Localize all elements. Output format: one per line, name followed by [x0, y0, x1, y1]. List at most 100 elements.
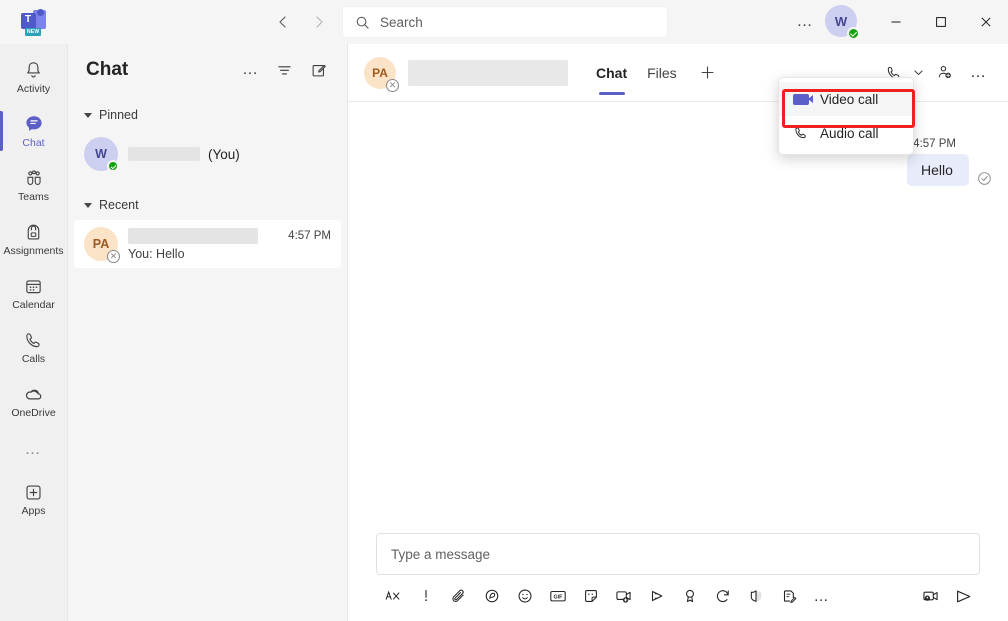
sidebar-item-assignments[interactable]: Assignments: [0, 212, 68, 266]
sidebar-item-calendar[interactable]: Calendar: [0, 266, 68, 320]
emoji-icon: [518, 589, 531, 603]
compose-more-button[interactable]: …: [805, 581, 838, 611]
praise-button[interactable]: [673, 581, 706, 611]
app-body: Activity Chat Teams Assignments Calendar…: [0, 44, 1008, 621]
meet-now-button[interactable]: [607, 581, 640, 611]
close-button[interactable]: [963, 0, 1008, 44]
sidebar-label-apps: Apps: [21, 505, 46, 517]
emoji-button[interactable]: [508, 581, 541, 611]
sidebar-item-calls[interactable]: Calls: [0, 320, 68, 374]
loop-icon: [485, 589, 498, 603]
important-icon: [424, 590, 427, 601]
new-chat-icon: [312, 64, 326, 76]
chat-list-more-button[interactable]: …: [235, 55, 265, 85]
gif-icon: GIF: [549, 590, 566, 602]
presence-available-icon: [847, 27, 860, 40]
forms-button[interactable]: [772, 581, 805, 611]
loop-refresh-button[interactable]: [706, 581, 739, 611]
add-people-button[interactable]: [928, 57, 960, 89]
presence-offline-icon: ✕: [386, 78, 399, 92]
group-header-recent[interactable]: Recent: [68, 192, 347, 218]
minimize-button[interactable]: [873, 0, 918, 44]
sidebar-item-teams[interactable]: Teams: [0, 158, 68, 212]
list-item-suffix: (You): [208, 146, 240, 162]
redacted-conversation-name: [408, 59, 568, 86]
settings-more-button[interactable]: …: [789, 6, 821, 38]
user-avatar[interactable]: W: [825, 5, 860, 40]
important-button[interactable]: [409, 581, 442, 611]
message-list[interactable]: 4:57 PM Hello: [348, 102, 1008, 533]
chat-list-filter-button[interactable]: [269, 55, 299, 85]
send-later-icon: [651, 590, 662, 602]
menu-item-label: Video call: [820, 91, 879, 107]
sidebar-more-button[interactable]: …: [0, 428, 68, 472]
group-header-pinned[interactable]: Pinned: [68, 102, 347, 128]
conversation-tabs: Chat Files: [586, 44, 723, 101]
sidebar-item-chat[interactable]: Chat: [0, 104, 68, 158]
calendar-icon: [23, 275, 44, 297]
tab-chat[interactable]: Chat: [586, 44, 637, 101]
message-bubble[interactable]: Hello: [907, 154, 969, 186]
filter-icon: [277, 65, 291, 74]
call-options-menu[interactable]: Video call Audio call: [778, 77, 914, 155]
titlebar-right: … W: [789, 0, 1008, 44]
sidebar-label-calls: Calls: [21, 353, 46, 365]
menu-item-audio-call[interactable]: Audio call: [779, 116, 913, 150]
list-item-timestamp: 4:57 PM: [288, 229, 331, 242]
message-input[interactable]: Type a message: [391, 547, 490, 562]
menu-item-label: Audio call: [820, 125, 879, 141]
send-icon: [957, 590, 971, 602]
sticker-icon: [584, 590, 597, 602]
attach-button[interactable]: [442, 581, 475, 611]
avatar: PA ✕: [84, 227, 120, 263]
sidebar-item-onedrive[interactable]: OneDrive: [0, 374, 68, 428]
list-item[interactable]: W (You): [74, 130, 341, 178]
message-delivered-icon: [977, 171, 992, 186]
backpack-icon: [23, 221, 44, 243]
format-icon: [385, 590, 399, 600]
chat-list-scroll[interactable]: Pinned W (You) Recent PA ✕ 4:57 PM You: …: [68, 96, 347, 621]
add-person-icon: [938, 65, 951, 79]
send-button[interactable]: [947, 581, 980, 611]
page-title: Chat: [86, 59, 129, 80]
sticker-button[interactable]: [574, 581, 607, 611]
loop-button[interactable]: [475, 581, 508, 611]
search-icon: [356, 16, 369, 29]
tab-files[interactable]: Files: [637, 44, 687, 101]
add-tab-button[interactable]: [693, 58, 723, 88]
call-dropdown-chevron[interactable]: [910, 67, 926, 78]
forward-button[interactable]: [304, 7, 334, 37]
teams-window: NEW Search …: [0, 0, 1008, 621]
sidebar-item-apps[interactable]: Apps: [0, 472, 68, 526]
list-item[interactable]: PA ✕ 4:57 PM You: Hello: [74, 220, 341, 268]
chevron-down-icon: [84, 112, 92, 118]
navigation-rail: Activity Chat Teams Assignments Calendar…: [0, 44, 68, 621]
video-clip-button[interactable]: [914, 581, 947, 611]
approvals-button[interactable]: [739, 581, 772, 611]
format-button[interactable]: [376, 581, 409, 611]
video-camera-icon: [793, 93, 813, 105]
search-box[interactable]: Search: [342, 6, 668, 38]
sidebar-item-activity[interactable]: Activity: [0, 50, 68, 104]
plus-square-icon: [23, 481, 44, 503]
group-label-recent: Recent: [99, 198, 139, 212]
send-later-button[interactable]: [640, 581, 673, 611]
new-chat-button[interactable]: [303, 55, 333, 85]
conversation-more-button[interactable]: …: [962, 57, 994, 89]
sidebar-label-assignments: Assignments: [3, 245, 64, 257]
search-input[interactable]: Search: [380, 15, 423, 30]
redacted-name: [128, 147, 200, 161]
maximize-button[interactable]: [918, 0, 963, 44]
logo-new-badge: NEW: [25, 28, 42, 36]
sidebar-label-activity: Activity: [16, 83, 51, 95]
conversation-panel: PA ✕ Chat Files … 4:57 PM Hello Type a m…: [348, 44, 1008, 621]
message-input-box[interactable]: Type a message: [376, 533, 980, 575]
back-button[interactable]: [268, 7, 298, 37]
phone-icon: [793, 125, 809, 141]
chevron-down-icon: [84, 202, 92, 208]
sidebar-label-chat: Chat: [22, 137, 45, 149]
gif-button[interactable]: GIF: [541, 581, 574, 611]
menu-item-video-call[interactable]: Video call: [779, 82, 913, 116]
teams-people-icon: [23, 167, 45, 189]
svg-text:GIF: GIF: [553, 594, 563, 600]
